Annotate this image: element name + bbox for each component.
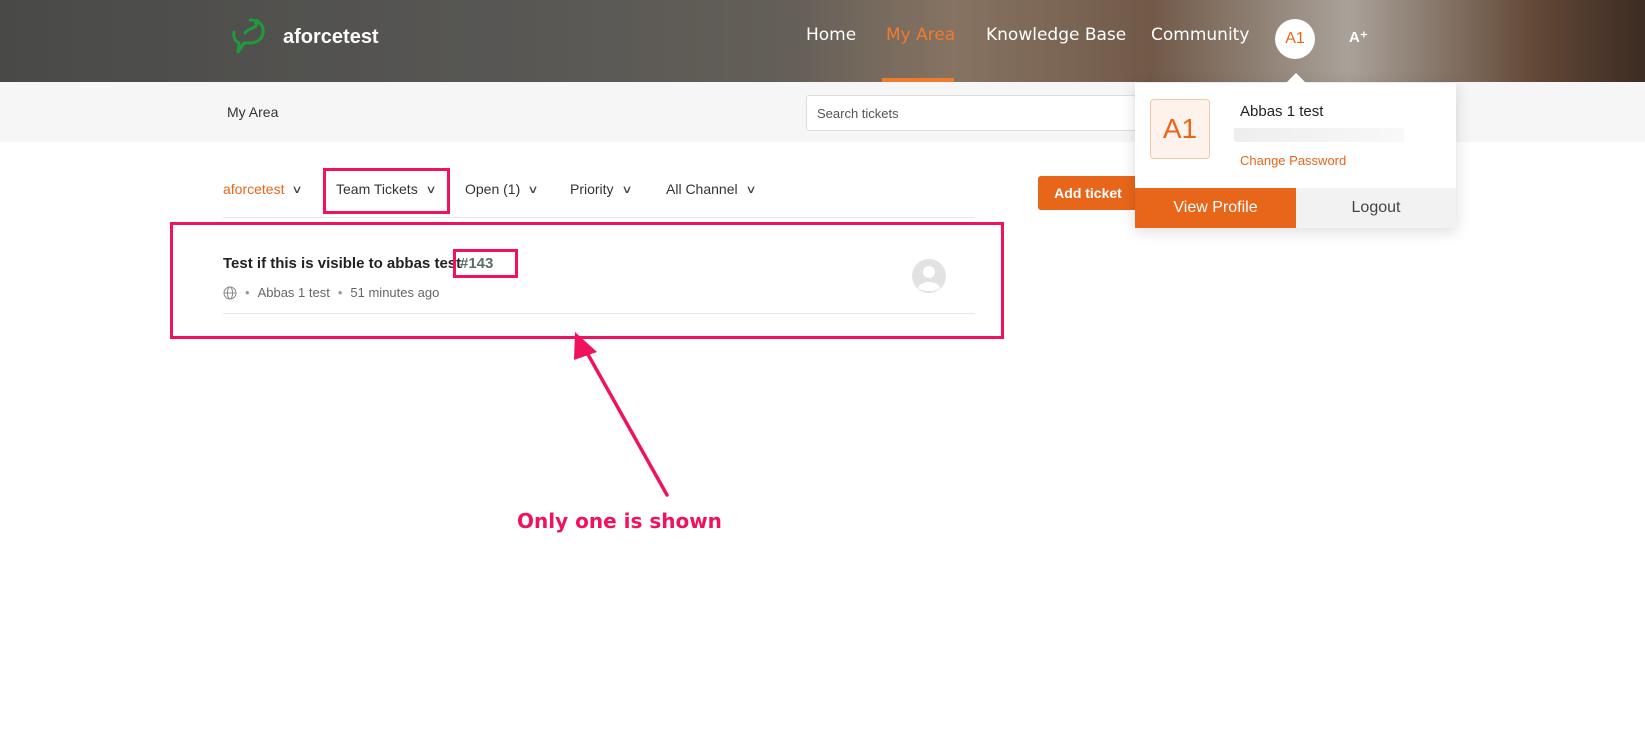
profile-avatar: A1 (1150, 99, 1210, 159)
breadcrumb: My Area (227, 104, 279, 120)
chevron-down-icon: ∨ (291, 183, 304, 196)
chevron-down-icon: ∨ (620, 183, 633, 196)
user-avatar-button[interactable]: A1 (1275, 19, 1315, 59)
profile-name: Abbas 1 test (1240, 103, 1324, 120)
annotation-box-team-tickets (323, 168, 450, 214)
chevron-down-icon: ∨ (527, 183, 539, 196)
nav-home[interactable]: Home (806, 25, 856, 45)
channel-filter[interactable]: All Channel ∨ (666, 181, 757, 197)
organization-filter[interactable]: aforcetest ∨ (223, 181, 304, 197)
annotation-box-ticket-list (170, 222, 1004, 339)
priority-filter[interactable]: Priority ∨ (570, 181, 633, 197)
font-size-icon[interactable]: A⁺ (1349, 28, 1368, 46)
organization-filter-label: aforcetest (223, 181, 285, 197)
search-input[interactable] (806, 95, 1136, 131)
nav-my-area[interactable]: My Area (886, 25, 955, 45)
priority-filter-label: Priority (570, 181, 614, 197)
channel-filter-label: All Channel (666, 181, 738, 197)
view-profile-button[interactable]: View Profile (1135, 188, 1296, 228)
filter-divider (223, 217, 975, 218)
change-password-link[interactable]: Change Password (1240, 153, 1346, 168)
brand-name[interactable]: aforcetest (283, 26, 379, 49)
profile-email-redacted (1234, 128, 1404, 142)
annotation-box-ticket-id (453, 249, 518, 278)
chevron-down-icon: ∨ (744, 183, 757, 196)
annotation-arrow (574, 332, 669, 497)
chat-bubble-logo-icon[interactable] (230, 16, 268, 58)
logout-button[interactable]: Logout (1296, 188, 1456, 228)
add-ticket-button[interactable]: Add ticket (1038, 176, 1138, 210)
popup-caret (1285, 73, 1307, 84)
annotation-note: Only one is shown (517, 509, 722, 533)
nav-knowledge-base[interactable]: Knowledge Base (986, 25, 1126, 45)
status-filter-label: Open (1) (465, 181, 521, 197)
status-filter[interactable]: Open (1) ∨ (465, 181, 539, 197)
nav-community[interactable]: Community (1151, 25, 1249, 45)
